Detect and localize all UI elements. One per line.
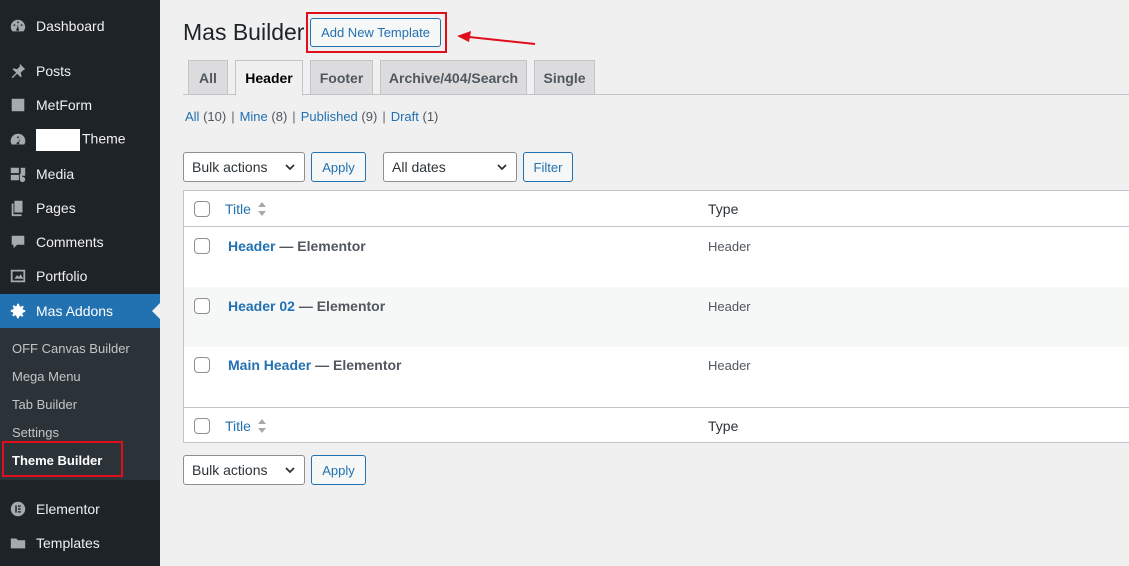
folder-icon <box>0 534 36 552</box>
row-checkbox[interactable] <box>194 238 210 254</box>
templates-table: Title Type Header — Elementor Header Hea… <box>183 190 1129 443</box>
row-title-link[interactable]: Main Header <box>228 357 311 373</box>
menu-comments[interactable]: Comments <box>0 225 160 259</box>
menu-elementor[interactable]: Elementor <box>0 492 160 526</box>
tab-single[interactable]: Single <box>534 60 595 95</box>
menu-portfolio[interactable]: Portfolio <box>0 259 160 293</box>
bulk-actions-select-bottom[interactable]: Bulk actions <box>183 455 305 485</box>
row-type: Header <box>708 239 751 254</box>
column-type-footer: Type <box>708 417 739 434</box>
comment-icon <box>0 233 36 251</box>
submenu-mega-menu[interactable]: Mega Menu <box>12 362 81 390</box>
add-new-template-button[interactable]: Add New Template <box>310 18 441 47</box>
admin-sidebar: Dashboard Posts MetForm Theme Media Page… <box>0 0 160 566</box>
submenu-off-canvas-builder[interactable]: OFF Canvas Builder <box>12 334 130 362</box>
page-title: Mas Builder <box>183 19 305 45</box>
filter-button[interactable]: Filter <box>523 152 573 182</box>
chevron-down-icon <box>285 164 295 171</box>
menu-media[interactable]: Media <box>0 157 160 191</box>
row-checkbox[interactable] <box>194 298 210 314</box>
row-title-link[interactable]: Header 02 <box>228 298 295 314</box>
menu-theme[interactable]: Theme <box>0 123 160 157</box>
table-row: Main Header — Elementor Header <box>184 347 1129 407</box>
chevron-down-icon <box>285 467 295 474</box>
submenu-tab-builder[interactable]: Tab Builder <box>12 390 77 418</box>
gear-icon <box>0 302 36 320</box>
tab-archive-404-search[interactable]: Archive/404/Search <box>380 60 527 95</box>
dashboard-icon <box>0 17 36 35</box>
column-title-sort[interactable]: Title <box>225 201 267 217</box>
apply-button-bottom[interactable]: Apply <box>311 455 366 485</box>
tab-all[interactable]: All <box>188 60 228 95</box>
row-checkbox[interactable] <box>194 357 210 373</box>
row-title-link[interactable]: Header <box>228 238 275 254</box>
pin-icon <box>0 62 36 80</box>
pages-icon <box>0 199 36 217</box>
menu-mas-addons[interactable]: Mas Addons <box>0 294 160 328</box>
sort-icon <box>257 201 266 216</box>
redacted-block <box>36 129 80 151</box>
filter-mine[interactable]: Mine <box>240 109 268 124</box>
portfolio-icon <box>0 267 36 285</box>
filter-published[interactable]: Published <box>301 109 358 124</box>
dates-select[interactable]: All dates <box>383 152 517 182</box>
chevron-down-icon <box>497 164 507 171</box>
filter-draft[interactable]: Draft <box>391 109 419 124</box>
select-all-checkbox-footer[interactable] <box>194 417 210 434</box>
elementor-icon <box>0 500 36 518</box>
table-row: Header 02 — Elementor Header <box>184 287 1129 347</box>
form-icon <box>0 96 36 114</box>
row-type: Header <box>708 358 751 373</box>
table-footer: Title Type <box>184 407 1129 443</box>
menu-metform[interactable]: MetForm <box>0 88 160 122</box>
sort-icon <box>257 418 266 433</box>
table-header: Title Type <box>184 191 1129 227</box>
select-all-checkbox[interactable] <box>194 200 210 217</box>
menu-templates[interactable]: Templates <box>0 526 160 560</box>
row-type: Header <box>708 299 751 314</box>
apply-button-top[interactable]: Apply <box>311 152 366 182</box>
tab-header[interactable]: Header <box>235 60 303 96</box>
active-menu-arrow <box>152 303 160 319</box>
annotation-arrow <box>457 31 536 45</box>
gauge-icon <box>0 131 36 149</box>
status-filters: All (10) | Mine (8) | Published (9) | Draft (1… <box>185 109 439 124</box>
menu-dashboard[interactable]: Dashboard <box>0 9 160 43</box>
column-title-sort-footer[interactable]: Title <box>225 418 267 434</box>
menu-pages[interactable]: Pages <box>0 191 160 225</box>
tab-footer[interactable]: Footer <box>310 60 373 95</box>
bulk-actions-select-top[interactable]: Bulk actions <box>183 152 305 182</box>
media-icon <box>0 165 36 183</box>
highlight-theme-builder <box>2 441 123 477</box>
filter-all[interactable]: All <box>185 109 199 124</box>
table-row: Header — Elementor Header <box>184 227 1129 287</box>
menu-posts[interactable]: Posts <box>0 54 160 88</box>
column-type: Type <box>708 200 739 217</box>
